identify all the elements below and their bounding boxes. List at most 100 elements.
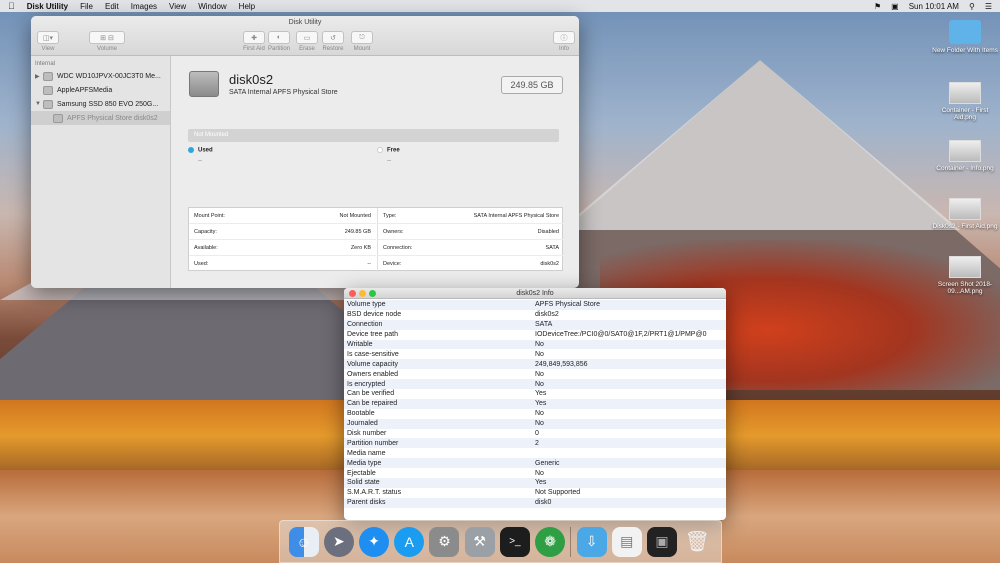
info-title-bar[interactable]: disk0s2 Info — [344, 288, 726, 299]
desktop-icon-label: Disk0s2 - First Aid.png — [932, 223, 998, 230]
info-key: Can be verified — [347, 390, 395, 398]
display-icon[interactable]: ▣ — [891, 2, 899, 11]
search-icon[interactable]: ⚲ — [969, 2, 975, 11]
property-key: Mount Point: — [194, 212, 225, 219]
flag-icon[interactable]: ⚑ — [874, 2, 881, 11]
properties-left-column: Mount Point: Not Mounted Capacity: 249.85 … — [189, 208, 376, 272]
sidebar-item-label: WDC WD10JPVX-00JC3T0 Me... — [57, 72, 161, 80]
mount-button[interactable]: ⎋ — [351, 31, 373, 44]
erase-button[interactable]: ▭ — [296, 31, 318, 44]
info-table: Volume type APFS Physical Store BSD device… — [344, 299, 726, 508]
info-row: Media name — [344, 448, 726, 458]
sidebar-section-internal: Internal — [35, 61, 56, 67]
system-preferences-icon[interactable]: ⚙ — [429, 526, 460, 557]
desktop-icon-container-info[interactable]: Container - Info.png — [930, 140, 1000, 172]
info-value: 2 — [535, 439, 539, 447]
app-store-icon[interactable]: A — [394, 526, 425, 557]
restore-label: Restore — [322, 46, 344, 52]
sidebar-item-label: Samsung SSD 850 EVO 250G... — [57, 100, 159, 108]
dock: ☺ ➤ ✦ A ⚙ ⚒ >_ ❁ ⇩ ▤ ▣ 🗑 — [279, 520, 722, 563]
properties-right-column: Type: SATA Internal APFS Physical Store O… — [377, 208, 564, 272]
info-row: Solid state Yes — [344, 478, 726, 488]
menu-window[interactable]: Window — [198, 2, 226, 11]
desktop-icon-disk0s2-first-aid[interactable]: Disk0s2 - First Aid.png — [930, 198, 1000, 230]
info-key: Device tree path — [347, 331, 398, 339]
close-button[interactable] — [349, 290, 356, 297]
disk-info-window: disk0s2 Info Volume type APFS Physical St… — [344, 288, 726, 520]
menu-view[interactable]: View — [169, 2, 186, 11]
info-row: Owners enabled No — [344, 369, 726, 379]
minimize-button[interactable] — [359, 290, 366, 297]
desktop-icon-label: New Folder With Items — [932, 47, 998, 54]
info-row: Disk number 0 — [344, 429, 726, 439]
disk-icon — [43, 71, 53, 81]
disclosure-triangle-icon[interactable]: ▶ — [35, 73, 43, 80]
info-key: Is case-sensitive — [347, 350, 399, 358]
info-row: Device tree path IODeviceTree:/PCI0@0/SAT… — [344, 330, 726, 340]
sidebar: Internal ▶ WDC WD10JPVX-00JC3T0 Me... Ap… — [31, 56, 171, 288]
info-key: Bootable — [347, 410, 375, 418]
info-key: Connection — [347, 321, 383, 329]
property-key: Used: — [194, 261, 209, 267]
first-aid-button[interactable]: ✚ — [243, 31, 265, 44]
info-key: Ejectable — [347, 469, 376, 477]
finder-icon[interactable]: ☺ — [288, 526, 319, 557]
sidebar-item-apfs-store[interactable]: APFS Physical Store disk0s2 — [31, 111, 170, 125]
folder-icon — [949, 20, 981, 44]
info-value: IODeviceTree:/PCI0@0/SAT0@1F,2/PRT1@1/PM… — [535, 331, 707, 339]
sidebar-item-apfs-media[interactable]: AppleAPFSMedia — [31, 83, 170, 97]
property-value: SATA Internal APFS Physical Store — [473, 212, 559, 219]
network-app-icon[interactable]: ❁ — [535, 526, 566, 557]
volume-button[interactable]: ⊞ ⊟ — [89, 31, 125, 44]
info-key: S.M.A.R.T. status — [347, 489, 402, 497]
desktop-icon-label: Container - Info.png — [936, 165, 994, 172]
info-key: Writable — [347, 341, 373, 348]
info-key: Owners enabled — [347, 370, 398, 378]
desktop-icon-new-folder[interactable]: New Folder With Items — [930, 20, 1000, 54]
menu-file[interactable]: File — [80, 2, 93, 11]
disk-icon — [53, 113, 63, 123]
info-label: Info — [558, 46, 569, 52]
document-stack-icon[interactable]: ▤ — [611, 526, 642, 557]
info-key: Volume type — [347, 301, 386, 309]
view-button[interactable]: ◫▾ — [37, 31, 59, 44]
trash-icon[interactable]: 🗑 — [682, 527, 712, 557]
launchpad-icon[interactable]: ➤ — [323, 526, 354, 557]
desktop-icon-container-first-aid[interactable]: Container - First Aid.png — [930, 82, 1000, 121]
info-row: Volume capacity 249,849,593,856 — [344, 359, 726, 370]
info-button[interactable]: ⓘ — [553, 31, 575, 44]
restore-button[interactable]: ↺ — [322, 31, 344, 44]
menu-list-icon[interactable]: ☰ — [985, 2, 992, 11]
zoom-button[interactable] — [369, 290, 376, 297]
free-dot-icon — [377, 147, 383, 153]
menu-help[interactable]: Help — [239, 2, 255, 11]
desktop-icon-screen-shot[interactable]: Screen Shot 2018-09...AM.png — [930, 256, 1000, 295]
info-row: Media type Generic — [344, 458, 726, 469]
property-row: Available: Zero KB — [189, 240, 376, 256]
clock[interactable]: Sun 10:01 AM — [909, 2, 959, 11]
menu-images[interactable]: Images — [131, 2, 157, 11]
apple-menu-icon[interactable]:  — [8, 1, 15, 11]
disclosure-triangle-open-icon[interactable]: ▼ — [35, 101, 43, 107]
info-key: BSD device node — [347, 311, 402, 319]
property-row: Device: disk0s2 — [378, 256, 564, 272]
free-label: Free — [387, 147, 400, 154]
menu-app-name[interactable]: Disk Utility — [27, 2, 68, 11]
sidebar-item-samsung-ssd[interactable]: ▼ Samsung SSD 850 EVO 250G... — [31, 97, 170, 111]
info-row: S.M.A.R.T. status Not Supported — [344, 488, 726, 498]
sidebar-item-wdc-disk[interactable]: ▶ WDC WD10JPVX-00JC3T0 Me... — [31, 69, 170, 83]
info-key: Disk number — [347, 430, 387, 438]
disk-utility-icon[interactable]: ⚒ — [464, 526, 495, 557]
info-row: Parent disks disk0 — [344, 497, 726, 508]
partition-button[interactable]: ◐ — [268, 31, 290, 44]
sidebar-item-label: AppleAPFSMedia — [57, 86, 113, 94]
used-label: Used — [198, 147, 213, 154]
menu-edit[interactable]: Edit — [105, 2, 119, 11]
info-key: Is encrypted — [347, 380, 386, 388]
disk-icon — [43, 85, 53, 95]
info-row: Writable No — [344, 339, 726, 350]
downloads-folder-icon[interactable]: ⇩ — [576, 526, 607, 557]
terminal-icon[interactable]: >_ — [499, 526, 530, 557]
screenshot-stack-icon[interactable]: ▣ — [647, 526, 678, 557]
safari-icon[interactable]: ✦ — [359, 526, 390, 557]
